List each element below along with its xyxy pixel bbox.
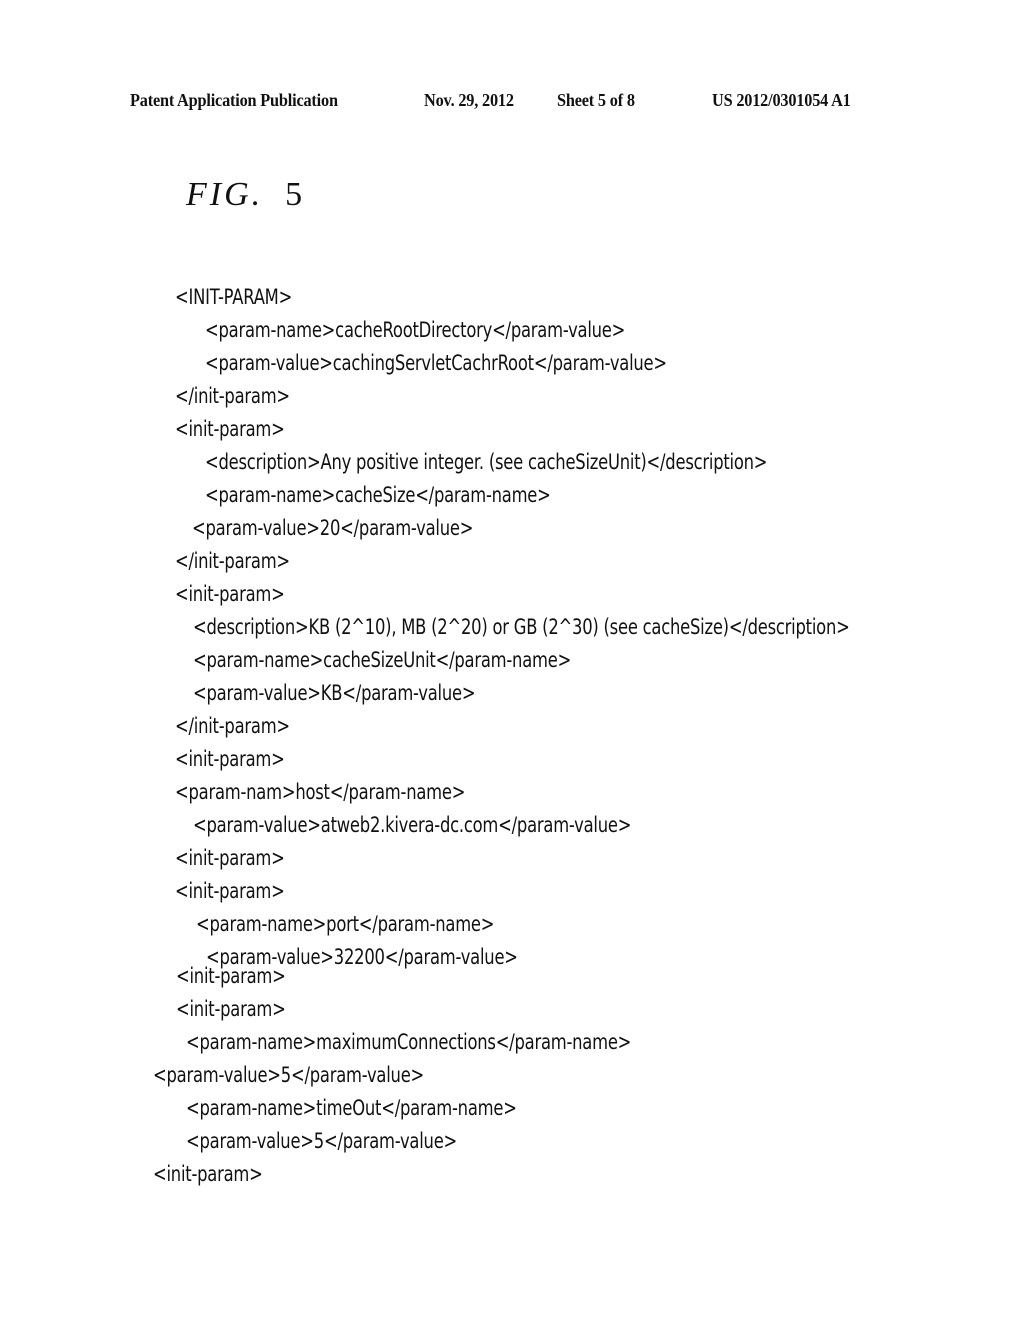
code-line: <init-param> — [176, 964, 286, 988]
code-line: <init-param> — [175, 582, 285, 606]
code-line: <INIT-PARAM> — [175, 285, 293, 309]
code-line: <param-name>port</param-name> — [196, 912, 495, 936]
code-line: <description>KB (2^10), MB (2^20) or GB … — [193, 615, 850, 639]
code-line: <param-name>cacheRootDirectory</param-va… — [205, 318, 626, 342]
xml-code-listing: <INIT-PARAM> <param-name>cacheRootDirect… — [0, 0, 1024, 1320]
code-line: <param-name>cacheSize</param-name> — [205, 483, 551, 507]
code-line: <param-name>maximumConnections</param-na… — [186, 1030, 632, 1054]
code-line: <init-param> — [175, 846, 285, 870]
code-line: <init-param> — [175, 879, 285, 903]
code-line: <init-param> — [175, 417, 285, 441]
code-line: <param-value>atweb2.kivera-dc.com</param… — [193, 813, 632, 837]
code-line: <param-nam>host</param-name> — [175, 780, 466, 804]
code-line: <param-value>5</param-value> — [153, 1063, 425, 1087]
code-line: <param-name>timeOut</param-name> — [186, 1096, 517, 1120]
code-line: <param-value>20</param-value> — [192, 516, 474, 540]
code-line: </init-param> — [175, 714, 290, 738]
code-line: <param-value>5</param-value> — [186, 1129, 458, 1153]
code-line: </init-param> — [175, 384, 290, 408]
code-line: <param-name>cacheSizeUnit</param-name> — [193, 648, 572, 672]
code-line: <init-param> — [175, 747, 285, 771]
code-line: </init-param> — [175, 549, 290, 573]
code-line: <param-value>cachingServletCachrRoot</pa… — [205, 351, 667, 375]
code-line: <description>Any positive integer. (see … — [205, 450, 768, 474]
code-line: <init-param> — [176, 997, 286, 1021]
code-line: <init-param> — [153, 1162, 263, 1186]
code-line: <param-value>KB</param-value> — [193, 681, 476, 705]
